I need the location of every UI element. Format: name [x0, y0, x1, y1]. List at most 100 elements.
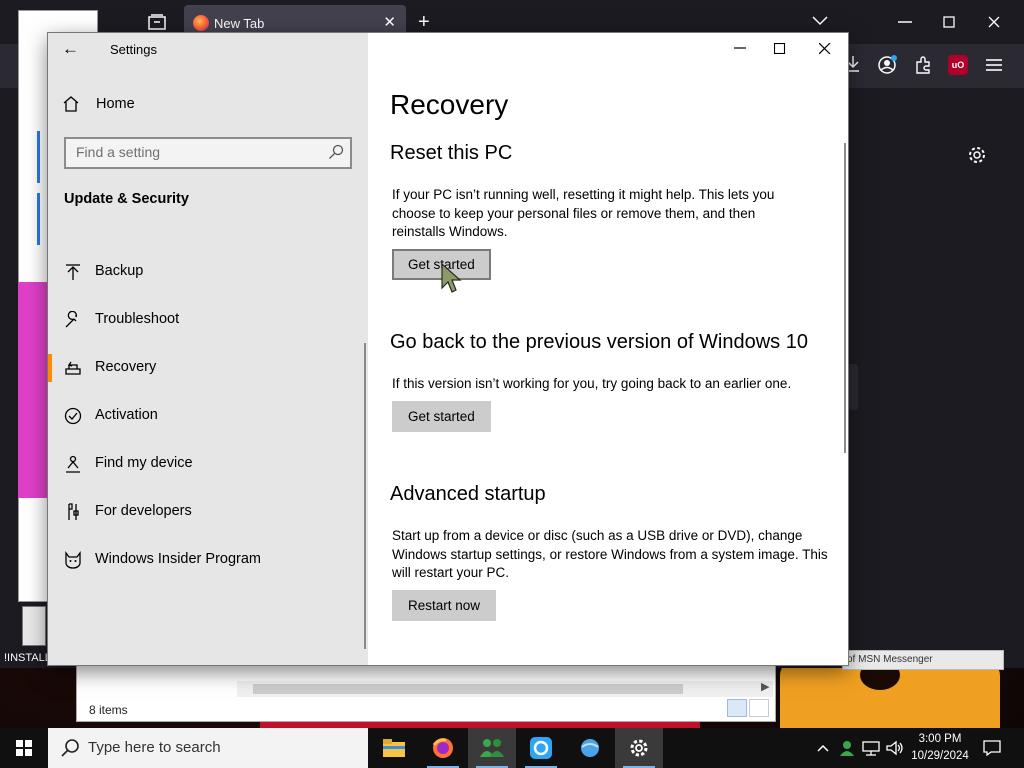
tab-close-button[interactable]: ✕ — [383, 13, 396, 31]
backup-icon — [66, 264, 80, 280]
action-center-button[interactable] — [980, 728, 1004, 768]
taskbar-clock[interactable]: 3:00 PM 10/29/2024 — [906, 731, 974, 765]
nav-item-label: Recovery — [95, 359, 157, 375]
start-button[interactable] — [0, 728, 48, 768]
checkmark-circle-icon — [64, 407, 82, 425]
scrollbar-thumb[interactable] — [253, 684, 683, 694]
nav-item-troubleshoot[interactable]: Troubleshoot — [48, 296, 368, 344]
taskbar-globe-app[interactable] — [566, 728, 614, 768]
desktop-icon-label[interactable]: !INSTALL — [4, 652, 51, 664]
tray-msn-status[interactable] — [836, 728, 858, 768]
nav-item-activation[interactable]: Activation — [48, 392, 368, 440]
new-tab-button[interactable]: + — [418, 11, 430, 34]
go-back-get-started-button[interactable]: Get started — [392, 401, 491, 432]
nav-item-backup[interactable]: Backup — [48, 248, 368, 296]
nav-item-recovery[interactable]: Recovery — [48, 344, 368, 392]
item-count: 8 items — [89, 703, 128, 717]
search-icon — [61, 739, 79, 757]
page-title: Recovery — [390, 89, 509, 120]
nav-item-for-developers[interactable]: For developers — [48, 488, 368, 536]
settings-content-pane: Recovery Reset this PC If your PC isn’t … — [368, 33, 848, 665]
taskbar-file-explorer[interactable] — [370, 728, 418, 768]
chevron-up-icon — [817, 744, 829, 752]
maximize-icon[interactable] — [943, 16, 955, 28]
minimize-icon[interactable] — [898, 21, 912, 23]
nav-item-label: For developers — [95, 503, 192, 519]
nav-item-label: Activation — [95, 407, 158, 423]
nav-item-find-my-device[interactable]: Find my device — [48, 440, 368, 488]
advanced-startup-description: Start up from a device or disc (such as … — [392, 528, 828, 580]
find-setting-input[interactable]: Find a setting — [64, 137, 352, 169]
taskbar: Type here to search 3:00 PM 10/29/2024 — [0, 728, 1024, 768]
taskbar-msn-messenger[interactable] — [468, 728, 516, 768]
nav-item-label: Troubleshoot — [95, 311, 180, 327]
tray-network[interactable] — [860, 728, 882, 768]
clock-date: 10/29/2024 — [911, 750, 969, 762]
nav-home[interactable]: Home — [62, 95, 135, 113]
nav-item-windows-insider[interactable]: Windows Insider Program — [48, 536, 368, 584]
search-placeholder: Find a setting — [76, 144, 161, 160]
search-icon — [329, 144, 344, 159]
firefox-icon — [193, 15, 209, 31]
gear-icon[interactable] — [967, 145, 987, 165]
windows-logo-icon — [16, 740, 32, 756]
close-icon[interactable] — [819, 43, 849, 54]
ublock-icon[interactable]: uO — [948, 55, 968, 75]
installer-file-icon[interactable] — [22, 606, 46, 646]
home-icon — [63, 96, 79, 112]
advanced-startup-heading: Advanced startup — [390, 483, 546, 505]
nav-section-title: Update & Security — [64, 191, 189, 207]
nav-item-label: Windows Insider Program — [95, 551, 261, 567]
network-icon — [862, 741, 880, 756]
taskbar-settings[interactable] — [615, 728, 663, 768]
horizontal-scrollbar[interactable] — [237, 681, 773, 697]
details-view-button[interactable] — [727, 699, 747, 717]
msn-messenger-icon — [480, 739, 504, 757]
settings-nav-pane: ← Settings Home Find a setting Update & … — [48, 33, 368, 665]
go-back-heading: Go back to the previous version of Windo… — [390, 331, 808, 353]
file-explorer-icon — [383, 739, 405, 757]
msn-window-strip: of MSN Messenger — [842, 650, 1004, 670]
notification-icon — [983, 740, 1001, 756]
firefox-icon — [432, 738, 453, 758]
taskbar-rustdesk[interactable] — [517, 728, 565, 768]
volume-icon — [886, 740, 903, 756]
mouse-cursor-icon — [441, 262, 462, 293]
firefox-content-card — [848, 364, 858, 410]
extensions-icon[interactable] — [914, 56, 932, 74]
content-scrollbar[interactable] — [844, 143, 846, 453]
background-app-accent — [37, 131, 40, 183]
nav-scrollbar[interactable] — [364, 343, 366, 649]
settings-gear-icon — [630, 739, 648, 757]
tray-volume[interactable] — [884, 728, 906, 768]
insider-cat-icon — [65, 551, 81, 569]
reset-pc-description: If your PC isn’t running well, resetting… — [392, 187, 775, 239]
maximize-icon[interactable] — [774, 43, 804, 54]
restart-now-button[interactable]: Restart now — [392, 590, 497, 621]
wrench-icon — [65, 311, 77, 328]
reset-pc-heading: Reset this PC — [390, 142, 513, 164]
background-app-accent-2 — [37, 193, 40, 245]
tray-overflow-button[interactable] — [814, 728, 832, 768]
close-icon[interactable] — [988, 16, 1000, 28]
rustdesk-icon — [530, 737, 552, 759]
window-title: Settings — [110, 42, 157, 57]
chevron-down-icon[interactable] — [812, 16, 828, 26]
scroll-right-arrow[interactable]: ▶ — [761, 680, 769, 693]
back-arrow-icon[interactable]: ← — [62, 39, 79, 59]
menu-icon[interactable] — [986, 58, 1002, 72]
recovery-icon — [65, 361, 81, 375]
large-icons-view-button[interactable] — [749, 699, 769, 717]
taskbar-firefox[interactable] — [419, 728, 467, 768]
account-icon[interactable] — [877, 55, 897, 75]
clock-time: 3:00 PM — [918, 733, 962, 745]
download-icon[interactable] — [846, 56, 860, 72]
settings-window: ← Settings Home Find a setting Update & … — [48, 33, 848, 665]
tab-title: New Tab — [214, 15, 265, 31]
taskbar-search-box[interactable]: Type here to search — [48, 728, 368, 768]
minimize-icon[interactable] — [734, 47, 764, 49]
tab-overview-icon[interactable] — [148, 14, 166, 30]
nav-item-label: Backup — [95, 263, 144, 279]
globe-app-icon — [581, 739, 599, 757]
msn-tray-icon — [840, 741, 854, 756]
